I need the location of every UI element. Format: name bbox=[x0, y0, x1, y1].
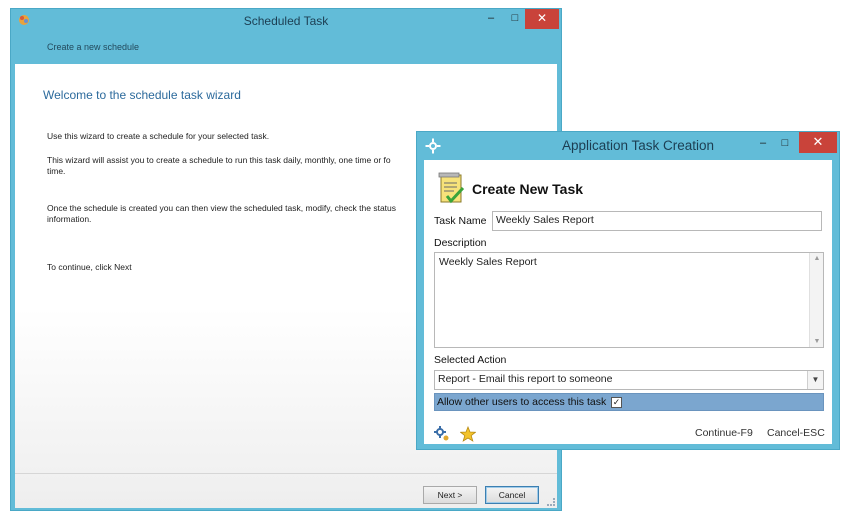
task-name-label: Task Name bbox=[434, 215, 487, 227]
description-textarea[interactable]: Weekly Sales Report ▲ ▼ bbox=[434, 252, 824, 348]
wizard-continue-text: To continue, click Next bbox=[47, 262, 132, 272]
close-button[interactable]: ✕ bbox=[525, 9, 559, 29]
cancel-button[interactable]: Cancel bbox=[485, 486, 539, 504]
star-icon[interactable] bbox=[460, 426, 476, 442]
wizard-info-line1: Once the schedule is created you can the… bbox=[47, 203, 397, 213]
continue-button[interactable]: Continue-F9 bbox=[695, 427, 753, 439]
wizard-assist-line1: This wizard will assist you to create a … bbox=[47, 155, 391, 165]
minimize-button[interactable]: – bbox=[481, 9, 501, 29]
cancel-esc-button[interactable]: Cancel-ESC bbox=[767, 427, 825, 439]
task-name-input[interactable]: Weekly Sales Report bbox=[492, 211, 822, 231]
application-task-creation-dialog: Application Task Creation – □ ✕ Create N… bbox=[416, 131, 840, 450]
wizard-subheader: Create a new schedule bbox=[47, 42, 140, 52]
task-document-icon bbox=[438, 172, 465, 204]
next-button[interactable]: Next > bbox=[423, 486, 477, 504]
description-label: Description bbox=[434, 237, 487, 249]
maximize-button[interactable]: □ bbox=[505, 9, 525, 29]
dialog-title-bar[interactable]: Application Task Creation – □ ✕ bbox=[417, 132, 839, 160]
wizard-assist-line2: time. bbox=[47, 166, 66, 176]
dialog-body: Create New Task Task Name Weekly Sales R… bbox=[424, 160, 832, 444]
description-scrollbar[interactable]: ▲ ▼ bbox=[809, 253, 823, 347]
window-title: Scheduled Task bbox=[243, 14, 329, 28]
selected-action-label: Selected Action bbox=[434, 354, 507, 366]
allow-access-row[interactable]: Allow other users to access this task ✓ bbox=[434, 393, 824, 411]
selected-action-value: Report - Email this report to someone bbox=[438, 373, 613, 385]
description-text: Weekly Sales Report bbox=[439, 256, 537, 268]
scroll-down-icon[interactable]: ▼ bbox=[810, 338, 824, 345]
footer-divider bbox=[15, 473, 557, 474]
resize-grip[interactable] bbox=[547, 498, 555, 506]
desktop: Scheduled Task – □ ✕ Create a new schedu… bbox=[0, 0, 844, 513]
wizard-heading: Welcome to the schedule task wizard bbox=[43, 88, 241, 102]
scroll-up-icon[interactable]: ▲ bbox=[810, 255, 824, 262]
dialog-close-button[interactable]: ✕ bbox=[799, 132, 837, 153]
dialog-maximize-button[interactable]: □ bbox=[775, 134, 795, 154]
allow-access-checkbox[interactable]: ✓ bbox=[611, 397, 622, 408]
dialog-minimize-button[interactable]: – bbox=[753, 134, 773, 154]
wizard-intro-text: Use this wizard to create a schedule for… bbox=[47, 131, 270, 141]
settings-icon[interactable] bbox=[434, 426, 450, 442]
wizard-info-line2: information. bbox=[47, 214, 92, 224]
wizard-info-text: Once the schedule is created you can the… bbox=[47, 203, 437, 225]
wizard-assist-text: This wizard will assist you to create a … bbox=[47, 155, 437, 177]
selected-action-dropdown[interactable]: Report - Email this report to someone ▼ bbox=[434, 370, 824, 390]
allow-access-label: Allow other users to access this task bbox=[437, 396, 607, 408]
title-bar[interactable]: Scheduled Task – □ ✕ bbox=[11, 9, 561, 33]
chevron-down-icon[interactable]: ▼ bbox=[807, 371, 823, 389]
dialog-heading: Create New Task bbox=[472, 181, 584, 197]
